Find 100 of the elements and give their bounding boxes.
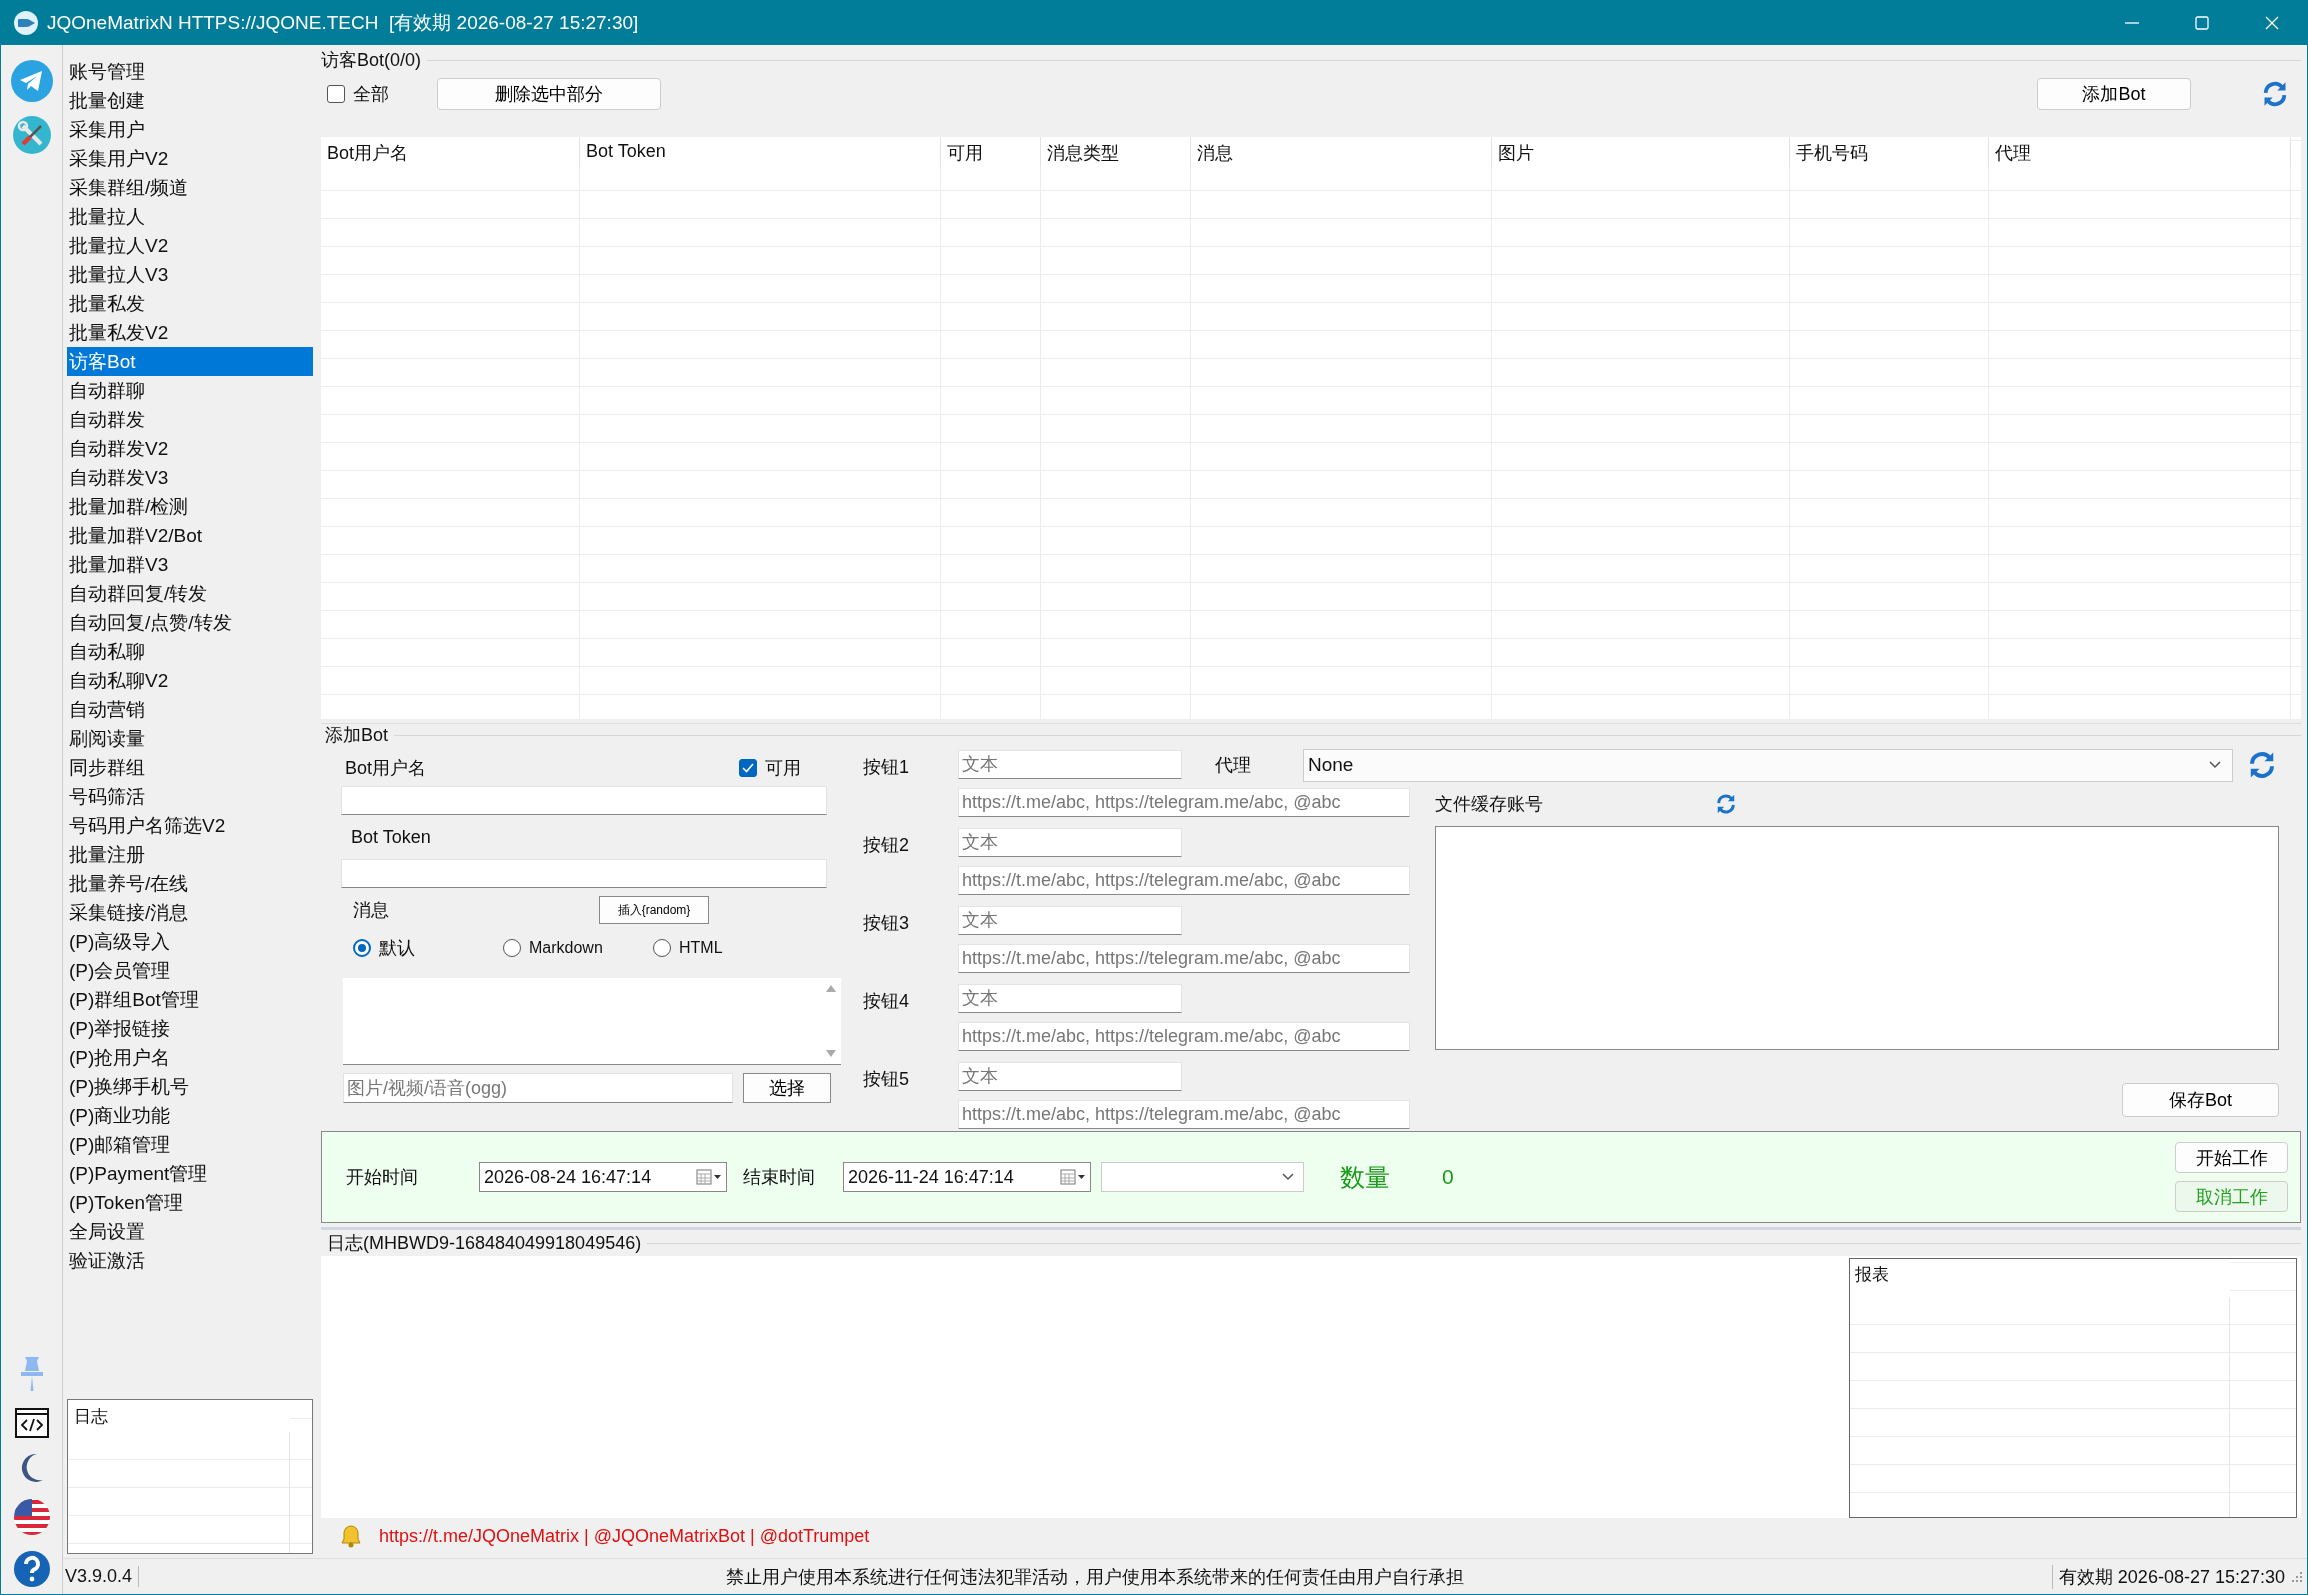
menu-item[interactable]: 采集链接/消息 <box>67 898 313 927</box>
add-bot-button[interactable]: 添加Bot <box>2037 78 2191 110</box>
radio-button[interactable] <box>353 939 371 957</box>
menu-item[interactable]: 批量加群V2/Bot <box>67 521 313 550</box>
table-header-cell[interactable]: 手机号码 <box>1790 137 1989 167</box>
calendar-icon[interactable] <box>696 1169 722 1185</box>
menu-item[interactable]: 自动私聊V2 <box>67 666 313 695</box>
menu-item[interactable]: (P)Payment管理 <box>67 1159 313 1188</box>
menu-item[interactable]: (P)会员管理 <box>67 956 313 985</box>
menu-item[interactable]: (P)举报链接 <box>67 1014 313 1043</box>
table-header-cell[interactable]: 代理 <box>1989 137 2291 167</box>
menu-item[interactable]: 采集群组/频道 <box>67 173 313 202</box>
calendar-icon[interactable] <box>1060 1169 1086 1185</box>
count-value: 0 <box>1442 1165 1454 1189</box>
table-header-cell[interactable]: Bot用户名 <box>321 137 580 167</box>
menu-item[interactable]: 批量拉人V3 <box>67 260 313 289</box>
insert-random-button[interactable]: 插入{random} <box>599 896 709 924</box>
table-header-cell[interactable]: 消息类型 <box>1041 137 1191 167</box>
menu-item[interactable]: 自动回复/点赞/转发 <box>67 608 313 637</box>
menu-item[interactable]: 批量养号/在线 <box>67 869 313 898</box>
proxy-dropdown[interactable]: None <box>1303 748 2233 782</box>
menu-item[interactable]: 全局设置 <box>67 1217 313 1246</box>
menu-item[interactable]: 自动群回复/转发 <box>67 579 313 608</box>
menu-item[interactable]: 批量创建 <box>67 86 313 115</box>
scroll-down-icon[interactable] <box>825 1049 837 1058</box>
username-field[interactable] <box>341 786 827 815</box>
button-text-field[interactable]: 文本 <box>958 750 1182 779</box>
button-url-field[interactable]: https://t.me/abc, https://telegram.me/abc, @abc <box>958 944 1410 973</box>
menu-item[interactable]: 批量加群/检测 <box>67 492 313 521</box>
table-header-cell[interactable]: 可用 <box>941 137 1041 167</box>
start-time-picker[interactable]: 2026-08-24 16:47:14 <box>479 1162 727 1192</box>
caret-icon[interactable] <box>1281 1172 1295 1182</box>
help-icon[interactable] <box>12 1550 51 1588</box>
menu-item[interactable]: 自动私聊 <box>67 637 313 666</box>
button-text-field[interactable]: 文本 <box>958 1062 1182 1091</box>
media-field[interactable]: 图片/视频/语音(ogg) <box>343 1073 733 1103</box>
menu-item[interactable]: 同步群组 <box>67 753 313 782</box>
resize-grip-icon[interactable] <box>2291 1570 2303 1583</box>
button-url-field[interactable]: https://t.me/abc, https://telegram.me/abc, @abc <box>958 866 1410 895</box>
menu-item[interactable]: 批量拉人V2 <box>67 231 313 260</box>
choose-button[interactable]: 选择 <box>743 1073 831 1103</box>
message-field[interactable] <box>343 978 841 1065</box>
refresh-icon[interactable] <box>2247 750 2277 780</box>
radio-button[interactable] <box>653 939 671 957</box>
bell-icon[interactable] <box>341 1524 361 1548</box>
menu-item[interactable]: (P)邮箱管理 <box>67 1130 313 1159</box>
start-work-button[interactable]: 开始工作 <box>2175 1142 2288 1173</box>
button-text-field[interactable]: 文本 <box>958 984 1182 1013</box>
menu-item[interactable]: 号码筛活 <box>67 782 313 811</box>
menu-item[interactable]: 批量加群V3 <box>67 550 313 579</box>
menu-item[interactable]: 自动群发 <box>67 405 313 434</box>
menu-item[interactable]: 采集用户V2 <box>67 144 313 173</box>
close-button[interactable] <box>2263 14 2281 32</box>
delete-selected-button[interactable]: 删除选中部分 <box>437 78 661 110</box>
token-field[interactable] <box>341 859 827 888</box>
button-url-field[interactable]: https://t.me/abc, https://telegram.me/abc, @abc <box>958 1022 1410 1051</box>
menu-item[interactable]: (P)换绑手机号 <box>67 1072 313 1101</box>
menu-item[interactable]: 访客Bot <box>67 347 313 376</box>
menu-item[interactable]: (P)抢用户名 <box>67 1043 313 1072</box>
menu-item[interactable]: 号码用户名筛选V2 <box>67 811 313 840</box>
checkbox[interactable] <box>327 85 345 103</box>
radio-button[interactable] <box>503 939 521 957</box>
menu-item[interactable]: 批量私发 <box>67 289 313 318</box>
us-flag-icon[interactable] <box>12 1498 51 1536</box>
menu-item[interactable]: (P)Token管理 <box>67 1188 313 1217</box>
checkbox[interactable] <box>739 759 757 777</box>
menu-item[interactable]: (P)商业功能 <box>67 1101 313 1130</box>
button-url-field[interactable]: https://t.me/abc, https://telegram.me/abc, @abc <box>958 788 1410 817</box>
menu-item[interactable]: 批量注册 <box>67 840 313 869</box>
menu-item[interactable]: 账号管理 <box>67 57 313 86</box>
menu-item[interactable]: (P)高级导入 <box>67 927 313 956</box>
field-label: 消息 <box>353 899 389 922</box>
code-window-icon[interactable] <box>14 1408 49 1438</box>
menu-item[interactable]: 批量拉人 <box>67 202 313 231</box>
menu-item[interactable]: 自动群发V3 <box>67 463 313 492</box>
save-bot-button[interactable]: 保存Bot <box>2122 1083 2279 1117</box>
maximize-button[interactable] <box>2193 14 2211 32</box>
menu-item[interactable]: 刷阅读量 <box>67 724 313 753</box>
refresh-icon[interactable] <box>1715 793 1737 815</box>
table-header-cell[interactable]: 消息 <box>1191 137 1492 167</box>
window-title: JQOneMatrixN HTTPS://JQONE.TECH [有效期 2026-08-27 15:27:30] <box>47 11 640 35</box>
contact-links[interactable]: https://t.me/JQOneMatrix | @JQOneMatrixBot | @dotTrumpet <box>379 1525 870 1547</box>
menu-item[interactable]: 自动营销 <box>67 695 313 724</box>
table-header-cell[interactable]: Bot Token <box>580 137 941 167</box>
menu-item[interactable]: 批量私发V2 <box>67 318 313 347</box>
menu-item[interactable]: 自动群聊 <box>67 376 313 405</box>
caret-icon[interactable] <box>2208 760 2222 770</box>
menu-item[interactable]: 采集用户 <box>67 115 313 144</box>
table-header-cell[interactable]: 图片 <box>1492 137 1790 167</box>
telegram-icon[interactable] <box>9 59 54 103</box>
button-text-field[interactable]: 文本 <box>958 906 1182 935</box>
button-text-field[interactable]: 文本 <box>958 828 1182 857</box>
menu-item[interactable]: 验证激活 <box>67 1246 313 1275</box>
menu-item[interactable]: 自动群发V2 <box>67 434 313 463</box>
tools-icon[interactable] <box>11 115 52 155</box>
menu-item[interactable]: (P)群组Bot管理 <box>67 985 313 1014</box>
refresh-icon[interactable] <box>2261 80 2289 108</box>
scroll-up-icon[interactable] <box>825 984 837 993</box>
button-url-field[interactable]: https://t.me/abc, https://telegram.me/abc, @abc <box>958 1100 1410 1129</box>
end-time-picker[interactable]: 2026-11-24 16:47:14 <box>843 1162 1091 1192</box>
